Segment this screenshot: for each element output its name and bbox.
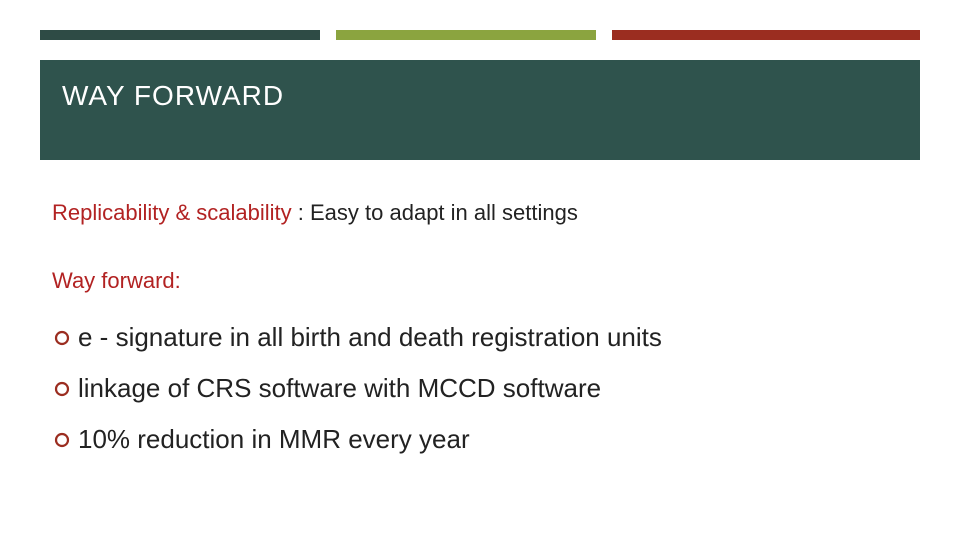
circle-bullet-icon bbox=[52, 328, 72, 348]
accent-seg-olive bbox=[336, 30, 596, 40]
list-item: 10% reduction in MMR every year bbox=[52, 424, 908, 455]
circle-bullet-icon bbox=[52, 379, 72, 399]
accent-seg-dark bbox=[40, 30, 320, 40]
bullet-text: e - signature in all birth and death reg… bbox=[78, 322, 662, 353]
way-forward-label: Way forward: bbox=[52, 268, 908, 294]
title-band: WAY FORWARD bbox=[40, 60, 920, 160]
list-item: e - signature in all birth and death reg… bbox=[52, 322, 908, 353]
replicability-sep: : bbox=[292, 200, 310, 225]
replicability-line: Replicability & scalability : Easy to ad… bbox=[52, 200, 908, 226]
slide-body: Replicability & scalability : Easy to ad… bbox=[52, 200, 908, 475]
accent-seg-red bbox=[612, 30, 920, 40]
circle-bullet-icon bbox=[52, 430, 72, 450]
list-item: linkage of CRS software with MCCD softwa… bbox=[52, 373, 908, 404]
accent-gap-2 bbox=[596, 30, 612, 40]
bullet-text: 10% reduction in MMR every year bbox=[78, 424, 470, 455]
accent-bar bbox=[40, 30, 920, 40]
bullet-list: e - signature in all birth and death reg… bbox=[52, 322, 908, 455]
slide-title: WAY FORWARD bbox=[40, 60, 306, 132]
replicability-label: Replicability & scalability bbox=[52, 200, 292, 225]
accent-gap-1 bbox=[320, 30, 336, 40]
slide: WAY FORWARD Replicability & scalability … bbox=[0, 0, 960, 540]
bullet-text: linkage of CRS software with MCCD softwa… bbox=[78, 373, 601, 404]
replicability-text: Easy to adapt in all settings bbox=[310, 200, 578, 225]
